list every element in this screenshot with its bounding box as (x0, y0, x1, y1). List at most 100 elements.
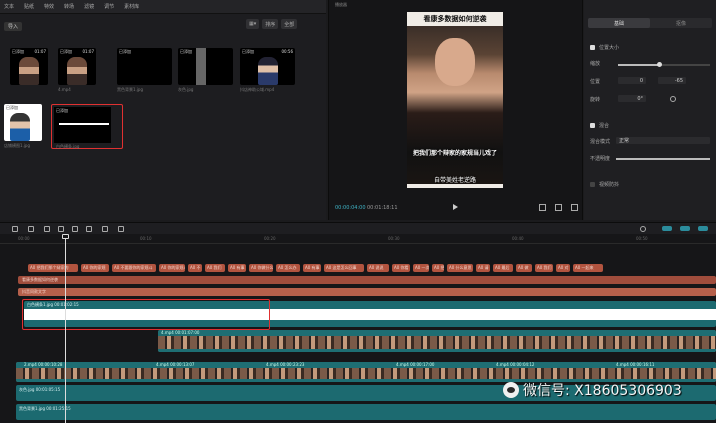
stabilize-checkbox[interactable] (590, 182, 595, 187)
video-clip-overlay[interactable]: 4.mp4 00:01:07:00 (158, 330, 716, 352)
text-clip-chip[interactable]: A0 对 (556, 264, 570, 272)
media-item[interactable]: 已添加 00:56 (240, 48, 295, 85)
text-clip-chip[interactable]: A0 不要跟你的家规斗 (112, 264, 156, 272)
text-clip-chip[interactable]: A0 做 (516, 264, 532, 272)
filter-all-button[interactable]: 全部 (281, 19, 298, 29)
preview-current-time: 00:00:04:00 (335, 205, 366, 211)
crop-icon[interactable] (118, 226, 124, 232)
rotate-input[interactable]: 0° (618, 95, 646, 102)
rotate-icon[interactable] (102, 226, 108, 232)
position-size-checkbox[interactable] (590, 45, 595, 50)
time-ruler[interactable]: 00:00 00:10 00:20 00:30 00:40 00:50 (0, 234, 716, 244)
microphone-icon[interactable] (640, 226, 646, 232)
text-clip-style[interactable]: 抖音同款文字 (18, 288, 716, 296)
scale-row: 缩放 (590, 61, 601, 67)
media-item[interactable]: 已添加 (4, 104, 42, 141)
position-y-input[interactable]: -65 (658, 77, 686, 84)
tab-basic[interactable]: 基础 (588, 18, 650, 28)
position-x-input[interactable]: 0 (618, 77, 646, 84)
text-clip-chip[interactable]: A0 你看 (392, 264, 410, 272)
selected-media-item[interactable]: 已添加 白色横条.jpg (51, 104, 123, 149)
preview-video-frame[interactable]: 看康多数据如何逆袭 把我们那个辩家的家规当儿戏了 自带美姓老逆路 (407, 12, 503, 188)
crop-icon[interactable] (539, 204, 546, 211)
position-size-section: 位置大小 (590, 44, 619, 51)
text-clip-chip[interactable]: A0 请 (476, 264, 490, 272)
preview-total-time: 00:01:18:11 (367, 205, 398, 211)
text-clip-chip[interactable]: A0 把我们那个辩家的 (28, 264, 78, 272)
menu-adjust[interactable]: 调节 (104, 3, 114, 10)
text-clip-chip[interactable]: A0 有事 (303, 264, 321, 272)
menu-sticker[interactable]: 贴纸 (24, 3, 34, 10)
playhead[interactable] (65, 234, 66, 423)
freeze-icon[interactable] (58, 226, 64, 232)
delete-icon[interactable] (28, 226, 34, 232)
ratio-icon[interactable] (555, 204, 562, 211)
text-clip-chip[interactable]: A0 你做什么 (249, 264, 273, 272)
menu-effects[interactable]: 特效 (44, 3, 54, 10)
highlight-box (22, 299, 270, 330)
video-subtitle: 把我们那个辩家的家规当儿戏了 (412, 150, 497, 157)
split-icon[interactable] (44, 226, 50, 232)
import-button[interactable]: 导入 (4, 22, 22, 31)
menu-transition[interactable]: 转场 (64, 3, 74, 10)
inspector-tabs: 基础 抠像 (588, 18, 712, 28)
media-item-caption: 店铺横图1.jpg (4, 143, 31, 148)
media-toolbar: ▦▾ 排序 全部 (246, 19, 298, 29)
text-clip-chip[interactable]: A0 怎么办 (276, 264, 300, 272)
main-track-clip-label: 4.mp4 00:00:13:07 (156, 362, 195, 367)
text-clip-chip[interactable]: A0 不 (188, 264, 202, 272)
opacity-slider[interactable] (616, 158, 710, 160)
mirror-icon[interactable] (86, 226, 92, 232)
main-video-track[interactable]: 2.mp4 00:00:10:28 4.mp4 00:00:13:07 4.mp4 … (16, 362, 716, 382)
sort-button[interactable]: 排序 (262, 19, 279, 29)
text-clip-chip[interactable]: A0 有事 (228, 264, 246, 272)
link-toggle-icon[interactable] (662, 226, 672, 231)
wechat-icon (503, 382, 519, 398)
text-clip-chip[interactable]: A0 你的家规斗了 (159, 264, 185, 272)
preview-axis-toggle-icon[interactable] (698, 226, 708, 231)
reverse-icon[interactable] (72, 226, 78, 232)
menu-library[interactable]: 素材库 (124, 3, 139, 10)
text-clip-chip[interactable]: A0 说说 (367, 264, 389, 272)
magnet-toggle-icon[interactable] (680, 226, 690, 231)
view-toggle-button[interactable]: ▦▾ (246, 19, 260, 29)
thumbnail-image (67, 57, 87, 85)
text-clip-chip[interactable]: A0 把 (432, 264, 444, 272)
play-icon[interactable] (453, 204, 458, 210)
blend-mode-select[interactable]: 正常 (616, 137, 710, 144)
text-clip-chip[interactable]: A0 你的家规 (81, 264, 109, 272)
menu-filter[interactable]: 滤镜 (84, 3, 94, 10)
rotate-dial-icon[interactable] (670, 96, 676, 102)
select-tool-icon[interactable] (12, 226, 18, 232)
main-track-clip-label: 4.mp4 00:00:23:23 (266, 362, 305, 367)
blend-checkbox[interactable] (590, 123, 595, 128)
text-clip-chip[interactable]: A0 我们 (535, 264, 553, 272)
tab-keying[interactable]: 抠像 (650, 18, 712, 28)
text-clip-chip[interactable]: A0 这是怎么回事 (324, 264, 364, 272)
media-panel (0, 14, 326, 220)
black-background-clip[interactable]: 黑色背景1.jpg 00:01:25:15 (16, 404, 716, 420)
thumbnail-image: 已添加 (54, 107, 111, 143)
menu-text[interactable]: 文本 (4, 3, 14, 10)
text-clip-chip[interactable]: A0 我们 (205, 264, 225, 272)
main-track-clip-label: 4.mp4 00:00:04:12 (496, 362, 535, 367)
media-item[interactable]: 已添加 01:07 (58, 48, 96, 85)
thumbnail-image (10, 113, 30, 141)
inspector-panel: 基础 抠像 位置大小 缩放 位置 0 -65 旋转 0° 混合 混合模式 正常 … (584, 0, 716, 220)
main-track-clip-label: 2.mp4 00:00:10:28 (24, 362, 63, 367)
text-clip-chip[interactable]: A0 最后 (493, 264, 513, 272)
media-item[interactable]: 已添加 (178, 48, 233, 85)
media-item-caption: 灰色.jpg (178, 87, 194, 92)
scale-slider[interactable] (618, 62, 710, 67)
media-item[interactable]: 已添加 (117, 48, 172, 85)
text-clip-chip[interactable]: A0 什么意思 (447, 264, 473, 272)
text-clip-title[interactable]: 看康多数据如何逆袭 (18, 276, 716, 284)
text-clip-chip[interactable]: A0 一起来 (573, 264, 603, 272)
preview-title: 播放器 (335, 2, 347, 7)
media-item-caption: 抖店神助公域.mp4 (240, 87, 275, 92)
stabilize-section: 视频防抖 (590, 181, 619, 188)
fullscreen-icon[interactable] (571, 204, 578, 211)
playhead-handle[interactable] (62, 234, 69, 239)
media-item[interactable]: 已添加 01:07 (10, 48, 48, 85)
text-clip-chip[interactable]: A0 一次 (413, 264, 429, 272)
